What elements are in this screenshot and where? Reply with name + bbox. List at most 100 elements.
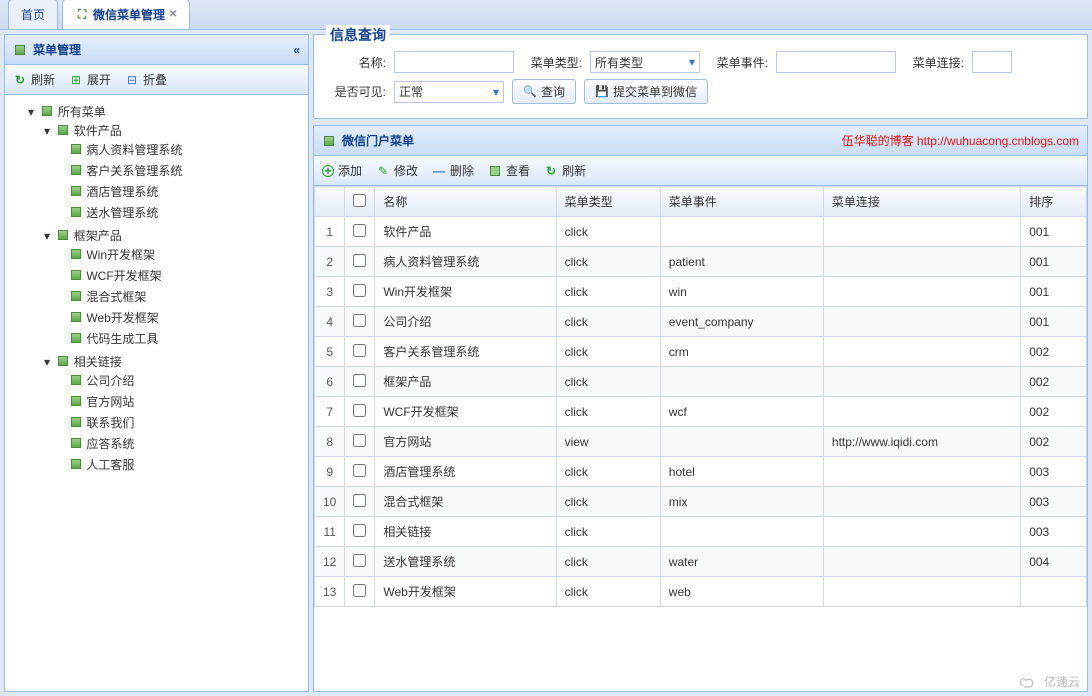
grid-icon: [71, 249, 81, 259]
tab-close-icon[interactable]: ✕: [169, 9, 177, 20]
collapse-icon: [125, 73, 139, 87]
view-button[interactable]: 查看: [488, 162, 530, 179]
chevron-down-icon: ▾: [493, 85, 499, 99]
tree-item[interactable]: Win开发框架: [86, 248, 155, 262]
tree-item[interactable]: 官方网站: [86, 395, 134, 409]
search-button[interactable]: 查询: [512, 79, 576, 104]
tree-item[interactable]: 送水管理系统: [86, 206, 158, 220]
save-icon: [595, 85, 609, 99]
tree-group[interactable]: 软件产品: [74, 124, 122, 138]
edit-button[interactable]: 修改: [376, 162, 418, 179]
table-row[interactable]: 2病人资料管理系统clickpatient001: [315, 247, 1087, 277]
tree-root[interactable]: 所有菜单: [58, 105, 106, 119]
grid-icon: [71, 438, 81, 448]
table-row[interactable]: 4公司介绍clickevent_company001: [315, 307, 1087, 337]
tabstrip: 首页 微信菜单管理 ✕: [0, 0, 1092, 30]
delete-icon: [432, 164, 446, 178]
sidebar-toolbar: 刷新 展开 折叠: [5, 65, 308, 95]
view-icon: [490, 166, 500, 176]
table-row[interactable]: 5客户关系管理系统clickcrm002: [315, 337, 1087, 367]
grid-header: 微信门户菜单 伍华聪的博客 http://wuhuacong.cnblogs.c…: [314, 126, 1087, 156]
refresh-button[interactable]: 刷新: [13, 71, 55, 88]
visible-select[interactable]: 正常▾: [394, 81, 504, 103]
row-check[interactable]: [353, 464, 366, 477]
table-row[interactable]: 9酒店管理系统clickhotel003: [315, 457, 1087, 487]
provider-badge: 亿速云: [1018, 673, 1080, 690]
tree-group[interactable]: 框架产品: [74, 229, 122, 243]
tab-label: 微信菜单管理: [93, 6, 165, 23]
row-check[interactable]: [353, 524, 366, 537]
col-order[interactable]: 排序: [1021, 187, 1087, 217]
col-name[interactable]: 名称: [375, 187, 556, 217]
col-event[interactable]: 菜单事件: [660, 187, 823, 217]
tree-item[interactable]: 代码生成工具: [86, 332, 158, 346]
table-row[interactable]: 13Web开发框架clickweb: [315, 577, 1087, 607]
grid-icon: [71, 186, 81, 196]
label-name: 名称:: [326, 54, 386, 71]
add-button[interactable]: 添加: [322, 162, 362, 179]
tree-icon: [75, 8, 89, 22]
row-check[interactable]: [353, 494, 366, 507]
tree-item[interactable]: 病人资料管理系统: [86, 143, 182, 157]
table-row[interactable]: 1软件产品click001: [315, 217, 1087, 247]
grid-icon: [71, 165, 81, 175]
submit-button[interactable]: 提交菜单到微信: [584, 79, 708, 104]
grid-toolbar: 添加 修改 删除 查看 刷新: [314, 156, 1087, 186]
label-event: 菜单事件:: [708, 54, 768, 71]
tree-toggle[interactable]: ▾: [41, 229, 53, 243]
tree-toggle[interactable]: ▾: [25, 105, 37, 119]
row-check[interactable]: [353, 434, 366, 447]
tree-toggle[interactable]: ▾: [41, 355, 53, 369]
row-check[interactable]: [353, 284, 366, 297]
name-input[interactable]: [394, 51, 514, 73]
tree-item[interactable]: 酒店管理系统: [86, 185, 158, 199]
tab-home[interactable]: 首页: [8, 0, 58, 29]
table-row[interactable]: 3Win开发框架clickwin001: [315, 277, 1087, 307]
grid-refresh-button[interactable]: 刷新: [544, 162, 586, 179]
table-row[interactable]: 12送水管理系统clickwater004: [315, 547, 1087, 577]
table-row[interactable]: 7WCF开发框架clickwcf002: [315, 397, 1087, 427]
type-select[interactable]: 所有类型▾: [590, 51, 700, 73]
col-type[interactable]: 菜单类型: [556, 187, 660, 217]
tree-toggle[interactable]: ▾: [41, 124, 53, 138]
row-check[interactable]: [353, 344, 366, 357]
tree-item[interactable]: 人工客服: [86, 458, 134, 472]
tree-item[interactable]: Web开发框架: [86, 311, 158, 325]
row-check[interactable]: [353, 254, 366, 267]
row-check[interactable]: [353, 404, 366, 417]
row-check[interactable]: [353, 584, 366, 597]
col-link[interactable]: 菜单连接: [823, 187, 1020, 217]
grid-icon: [58, 230, 68, 240]
link-input[interactable]: [972, 51, 1012, 73]
sidebar-collapse-icon[interactable]: «: [293, 43, 300, 57]
tree-item[interactable]: 应答系统: [86, 437, 134, 451]
collapse-button[interactable]: 折叠: [125, 71, 167, 88]
delete-button[interactable]: 删除: [432, 162, 474, 179]
grid-icon: [71, 417, 81, 427]
grid-icon: [71, 291, 81, 301]
tab-wechat-menu[interactable]: 微信菜单管理 ✕: [62, 0, 190, 29]
tree-item[interactable]: WCF开发框架: [86, 269, 161, 283]
grid-icon: [71, 375, 81, 385]
tree-item[interactable]: 混合式框架: [86, 290, 146, 304]
refresh-icon: [13, 73, 27, 87]
tree-item[interactable]: 客户关系管理系统: [86, 164, 182, 178]
row-check[interactable]: [353, 314, 366, 327]
col-check: [345, 187, 375, 217]
table-row[interactable]: 10混合式框架clickmix003: [315, 487, 1087, 517]
row-check[interactable]: [353, 374, 366, 387]
tree-item[interactable]: 联系我们: [86, 416, 134, 430]
expand-button[interactable]: 展开: [69, 71, 111, 88]
tree-group[interactable]: 相关链接: [74, 355, 122, 369]
check-all[interactable]: [353, 194, 366, 207]
sidebar-header: 菜单管理 «: [5, 35, 308, 65]
row-check[interactable]: [353, 224, 366, 237]
table-row[interactable]: 6框架产品click002: [315, 367, 1087, 397]
table-row[interactable]: 11相关链接click003: [315, 517, 1087, 547]
grid-title: 微信门户菜单: [342, 132, 414, 149]
table-row[interactable]: 8官方网站viewhttp://www.iqidi.com002: [315, 427, 1087, 457]
refresh-icon: [544, 164, 558, 178]
row-check[interactable]: [353, 554, 366, 567]
event-input[interactable]: [776, 51, 896, 73]
tree-item[interactable]: 公司介绍: [86, 374, 134, 388]
